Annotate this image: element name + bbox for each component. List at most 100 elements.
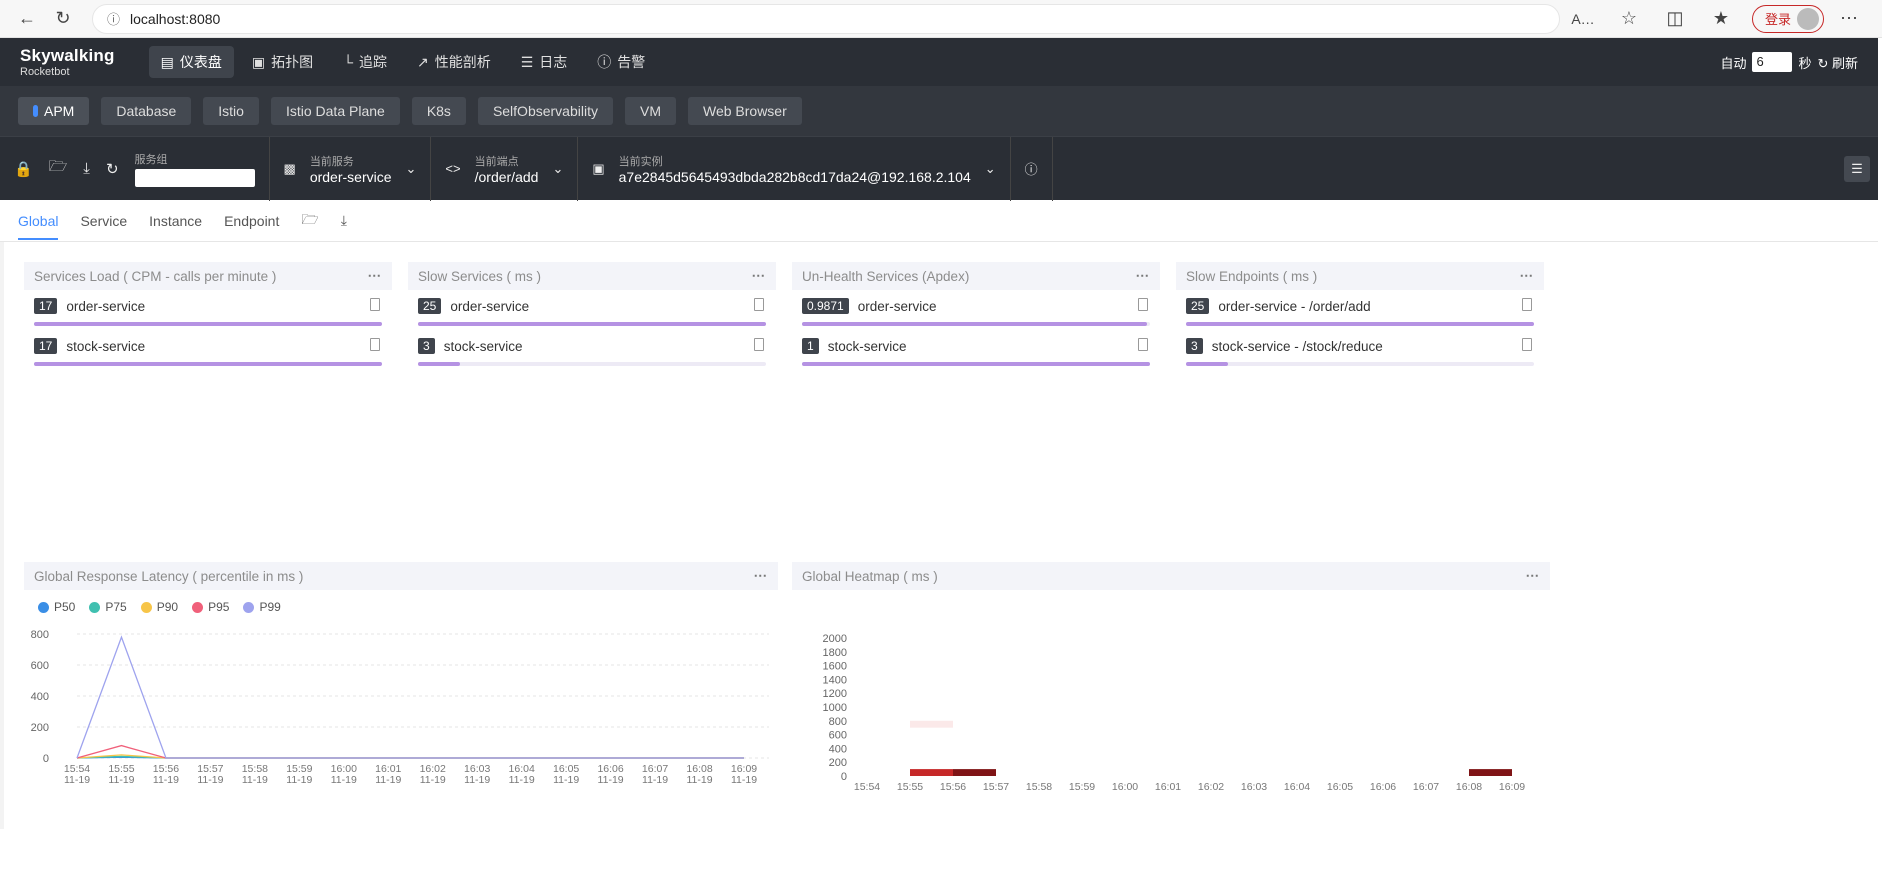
legend-item[interactable]: P99	[243, 600, 281, 614]
copy-icon[interactable]	[1138, 298, 1148, 311]
folder-icon[interactable]: 🗁	[301, 209, 318, 233]
heatmap-cell[interactable]	[910, 769, 953, 776]
info-button[interactable]: ⓘ	[1009, 136, 1053, 201]
service-value: order-service	[309, 168, 392, 185]
list-item[interactable]: 1 stock-service	[792, 330, 1160, 370]
skywalking-app: Skywalking Rocketbot ▤ 仪表盘 ▣ 拓扑图 └ 追踪 ↗ 性能剖析 ☰ 日志…	[0, 38, 1878, 829]
more-icon[interactable]: ⋯	[1136, 268, 1151, 284]
refresh-button[interactable]: ↻ 刷新	[1817, 53, 1858, 72]
list-item[interactable]: 25 order-service - /order/add	[1176, 290, 1544, 330]
top-nav: Skywalking Rocketbot ▤ 仪表盘 ▣ 拓扑图 └ 追踪 ↗ 性能剖析 ☰ 日志…	[0, 38, 1878, 86]
y-tick-label: 200	[31, 722, 49, 734]
copy-icon[interactable]	[754, 338, 764, 351]
copy-icon[interactable]	[1522, 298, 1532, 311]
collections-icon[interactable]: ★	[1706, 4, 1736, 34]
layer-tab[interactable]: Database	[101, 97, 192, 125]
list-item[interactable]: 17 order-service	[24, 290, 392, 330]
sync-icon[interactable]: ↻	[106, 160, 119, 178]
service-group-input[interactable]	[134, 168, 255, 187]
layer-tab[interactable]: SelfObservability	[477, 97, 613, 125]
more-icon[interactable]: ⋯	[752, 268, 767, 284]
service-selector[interactable]: ▩ 当前服务 order-service ⌄	[268, 136, 431, 201]
instance-selector[interactable]: ▣ 当前实例 a7e2845d5645493dbda282b8cd17da24@…	[577, 136, 1009, 201]
legend-item[interactable]: P75	[89, 600, 127, 614]
login-button[interactable]: 登录	[1751, 4, 1824, 33]
read-aloud-icon[interactable]: A…	[1568, 4, 1598, 34]
x-tick-time: 16:07	[1413, 781, 1439, 790]
folder-icon[interactable]: 🗁	[49, 156, 68, 181]
list-item[interactable]: 3 stock-service	[408, 330, 776, 370]
list-item[interactable]: 3 stock-service - /stock/reduce	[1176, 330, 1544, 370]
reload-icon[interactable]: ↻	[48, 4, 78, 34]
download-icon[interactable]: ⤓	[83, 160, 90, 177]
nav-item-4[interactable]: ☰ 日志	[509, 46, 580, 78]
layer-tab[interactable]: VM	[624, 97, 676, 125]
more-icon[interactable]: ⋯	[368, 268, 383, 284]
favorite-icon[interactable]: ☆	[1614, 4, 1644, 34]
code-icon: <>	[445, 161, 461, 176]
copy-icon[interactable]	[1522, 338, 1532, 351]
toggle-panel-icon[interactable]: ☰	[1844, 155, 1870, 182]
more-icon[interactable]: ⋯	[1526, 568, 1541, 584]
more-icon[interactable]: ⋯	[1834, 4, 1864, 34]
auto-interval-input[interactable]: 6	[1752, 52, 1793, 72]
nav-item-label: 追踪	[359, 54, 387, 70]
dashboard-tab[interactable]: Global	[18, 202, 59, 240]
copy-icon[interactable]	[370, 338, 380, 351]
layer-tab[interactable]: K8s	[411, 97, 466, 125]
list-item[interactable]: 17 stock-service	[24, 330, 392, 370]
x-tick-time: 16:06	[1370, 781, 1396, 790]
series-line-p95[interactable]	[76, 744, 744, 759]
layer-tab[interactable]: APM	[18, 97, 90, 125]
nav-item-1[interactable]: ▣ 拓扑图	[240, 46, 325, 78]
back-icon[interactable]: ←	[12, 4, 42, 34]
lock-icon[interactable]: 🔒	[14, 160, 33, 178]
layer-tab[interactable]: Istio Data Plane	[270, 97, 400, 125]
progress-track	[802, 362, 1150, 366]
list-item-row: 3 stock-service	[418, 330, 766, 362]
service-group-label: 服务组	[134, 153, 168, 166]
dashboard-tab[interactable]: Endpoint	[224, 213, 279, 229]
dashboard-tab[interactable]: Instance	[149, 213, 202, 229]
panel-title: Slow Services ( ms )	[418, 268, 542, 284]
layer-tab[interactable]: Istio	[203, 97, 259, 125]
service-label: 当前服务	[309, 155, 354, 168]
layer-label: Istio Data Plane	[285, 103, 385, 119]
legend-label: P50	[54, 600, 76, 614]
nav-item-0[interactable]: ▤ 仪表盘	[148, 46, 234, 78]
legend-item[interactable]: P50	[38, 600, 75, 614]
profile-icon: ↗	[417, 53, 429, 70]
dashboard-tab[interactable]: Service	[80, 213, 127, 229]
list-item-row: 17 order-service	[34, 290, 382, 322]
layer-tab[interactable]: Web Browser	[687, 97, 802, 125]
more-icon[interactable]: ⋯	[1520, 268, 1535, 284]
series-line-p99[interactable]	[76, 635, 744, 759]
download-icon[interactable]: ⤓	[341, 212, 347, 229]
nav-item-label: 告警	[617, 54, 646, 70]
heatmap-cell[interactable]	[1469, 769, 1512, 776]
browser-toolbar: ← ↻ ⓘ localhost:8080 A… ☆ ◫ ★ 登录 ⋯	[0, 0, 1882, 38]
progress-fill	[34, 322, 382, 326]
more-icon[interactable]: ⋯	[754, 568, 769, 584]
legend-label: P95	[208, 600, 230, 614]
address-bar[interactable]: ⓘ localhost:8080	[92, 3, 1560, 34]
split-icon[interactable]: ◫	[1660, 4, 1690, 34]
nav-item-3[interactable]: ↗ 性能剖析	[405, 46, 503, 78]
y-tick-label: 1000	[823, 702, 847, 714]
trace-icon: └	[343, 54, 353, 70]
heatmap-cell[interactable]	[953, 769, 996, 776]
copy-icon[interactable]	[754, 298, 764, 311]
heatmap-cell[interactable]	[910, 720, 953, 728]
list-item[interactable]: 0.9871 order-service	[792, 290, 1160, 330]
legend-item[interactable]: P95	[192, 600, 229, 614]
nav-item-2[interactable]: └ 追踪	[331, 46, 399, 78]
value-badge: 3	[1186, 338, 1203, 354]
list-item[interactable]: 25 order-service	[408, 290, 776, 330]
nav-item-5[interactable]: ⓘ 告警	[585, 46, 657, 78]
legend-item[interactable]: P90	[140, 600, 178, 614]
copy-icon[interactable]	[370, 298, 380, 311]
copy-icon[interactable]	[1138, 338, 1148, 351]
endpoint-selector[interactable]: <> 当前端点 /order/add ⌄	[430, 136, 577, 201]
chart-legend: P50 P75 P90 P95 P99	[24, 590, 778, 624]
topology-icon: ▣	[251, 53, 266, 70]
